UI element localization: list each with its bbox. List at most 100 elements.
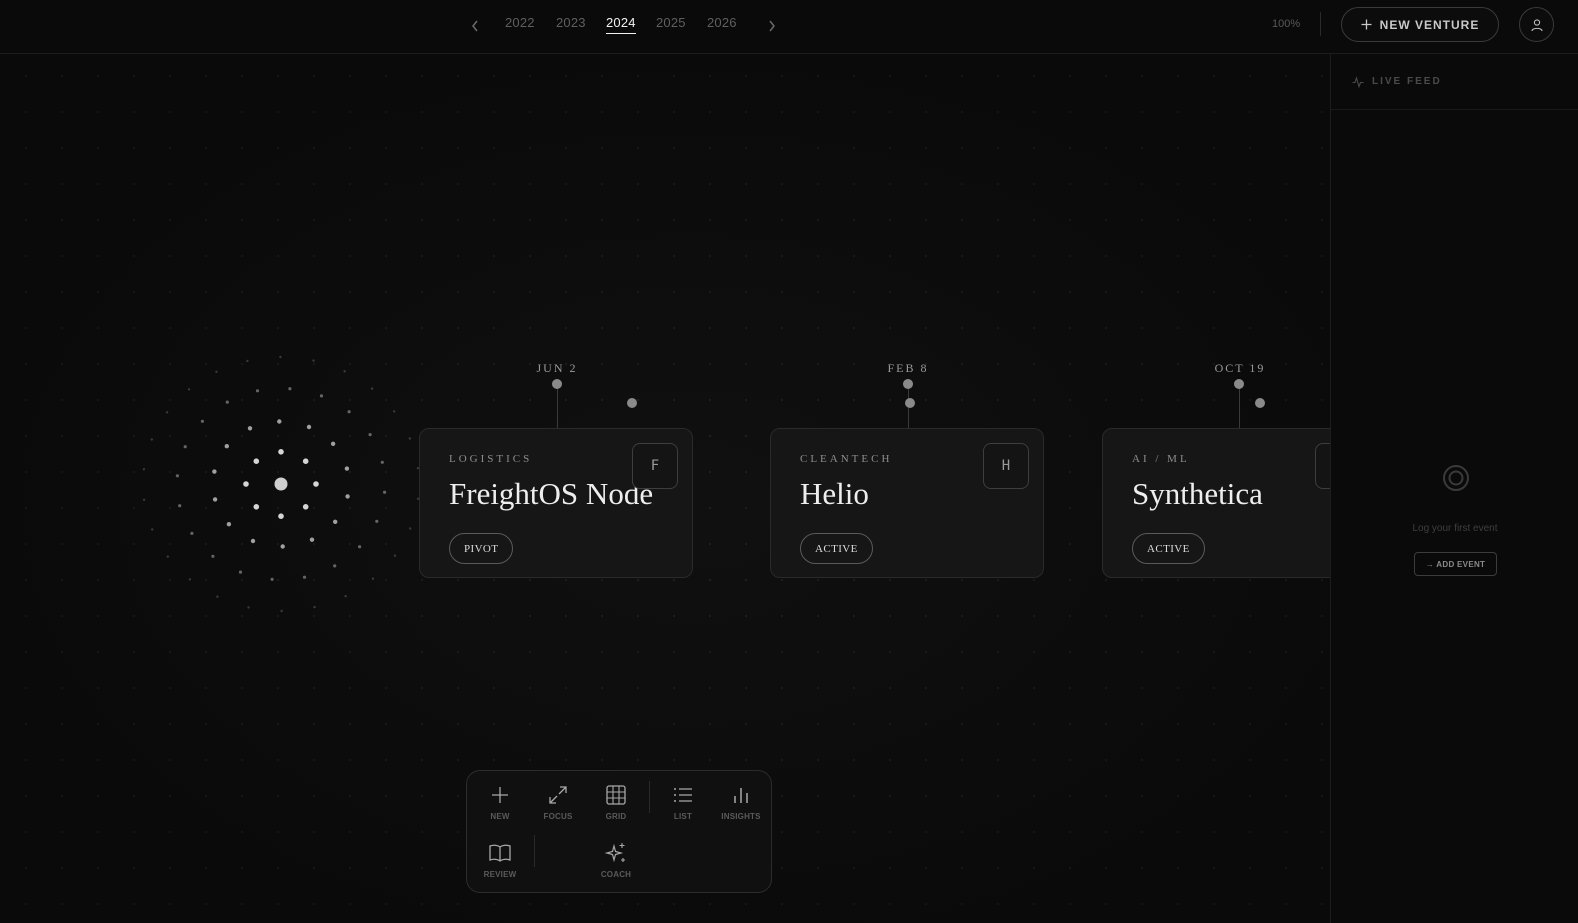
tool-insights-button[interactable]: INSIGHTS bbox=[713, 782, 769, 832]
venture-card-helio[interactable]: CLEANTECH Helio ACTIVE H bbox=[770, 428, 1044, 578]
timeline-node[interactable] bbox=[552, 379, 562, 389]
venture-card-freightos-node[interactable]: LOGISTICS FreightOS Node PIVOT F bbox=[419, 428, 693, 578]
cluster-dot bbox=[247, 606, 250, 609]
toolbar-divider bbox=[649, 781, 650, 813]
cluster-dot bbox=[309, 537, 315, 542]
tool-review-button[interactable]: REVIEW bbox=[472, 840, 528, 890]
next-year-button[interactable] bbox=[762, 14, 782, 38]
cluster-dot bbox=[253, 504, 260, 510]
user-avatar-button[interactable] bbox=[1519, 7, 1554, 42]
cluster-dot bbox=[277, 419, 282, 424]
cluster-center-dot bbox=[274, 477, 288, 491]
cluster-dot bbox=[344, 595, 347, 598]
tool-grid-button[interactable]: GRID bbox=[588, 782, 644, 832]
cluster-dot bbox=[211, 554, 215, 558]
venture-name: Helio bbox=[800, 476, 869, 511]
live-feed-panel: LIVE FEED Log your first event → ADD EVE… bbox=[1330, 54, 1578, 923]
cluster-dot bbox=[243, 481, 249, 487]
cluster-dot bbox=[250, 538, 256, 544]
bar-chart-icon bbox=[734, 788, 748, 803]
cluster-dot bbox=[312, 359, 315, 362]
cluster-dot bbox=[151, 528, 154, 531]
tool-focus-button[interactable]: FOCUS bbox=[530, 782, 586, 832]
tool-new-button[interactable]: NEW bbox=[472, 782, 528, 832]
target-icon bbox=[1443, 465, 1469, 491]
cluster-dot bbox=[358, 545, 362, 549]
cluster-dot bbox=[142, 468, 146, 471]
cluster-dot bbox=[278, 513, 284, 519]
cluster-dot bbox=[343, 370, 346, 373]
timeline-stem bbox=[1239, 385, 1240, 429]
cluster-dot bbox=[313, 481, 319, 487]
user-icon bbox=[1530, 18, 1543, 31]
tool-label: COACH bbox=[600, 870, 632, 879]
cluster-dot bbox=[224, 444, 229, 449]
cluster-dot bbox=[200, 419, 204, 423]
cluster-dot bbox=[319, 394, 324, 398]
tool-label: INSIGHTS bbox=[721, 812, 761, 821]
venture-date: OCT 19 bbox=[1214, 361, 1266, 375]
cluster-dot bbox=[178, 504, 182, 508]
cluster-dot bbox=[333, 519, 338, 524]
cluster-dot bbox=[347, 410, 351, 414]
expand-icon bbox=[549, 786, 567, 804]
book-icon bbox=[489, 844, 511, 862]
connector-node[interactable] bbox=[905, 398, 915, 408]
cluster-dot bbox=[280, 609, 283, 613]
connector-node[interactable] bbox=[627, 398, 637, 408]
new-venture-button[interactable]: NEW VENTURE bbox=[1341, 7, 1499, 42]
cluster-dot bbox=[368, 433, 372, 437]
cluster-dot bbox=[246, 359, 249, 363]
cluster-dot bbox=[165, 411, 169, 414]
cluster-dot bbox=[302, 504, 309, 510]
cluster-dot bbox=[212, 497, 218, 502]
tool-label: REVIEW bbox=[483, 870, 517, 879]
bottom-toolbar: NEW FOCUS GRID LIST INSIGHTS REVIEW COAC… bbox=[466, 770, 772, 893]
cluster-dot bbox=[215, 370, 218, 373]
cluster-dot bbox=[142, 498, 146, 501]
cluster-dot bbox=[409, 527, 412, 530]
cluster-dot bbox=[247, 426, 253, 431]
cluster-dot bbox=[302, 458, 309, 464]
grid-icon bbox=[606, 785, 626, 805]
prev-year-button[interactable] bbox=[465, 14, 485, 38]
tool-label: NEW bbox=[490, 812, 510, 821]
chevron-right-icon bbox=[769, 20, 775, 32]
live-feed-title: LIVE FEED bbox=[1372, 76, 1442, 87]
cluster-dot bbox=[183, 445, 187, 449]
venture-category: LOGISTICS bbox=[449, 453, 533, 465]
year-tab-2022[interactable]: 2022 bbox=[505, 15, 535, 30]
year-tab-2024[interactable]: 2024 bbox=[606, 15, 636, 34]
year-tab-2023[interactable]: 2023 bbox=[556, 15, 586, 30]
cluster-dot bbox=[302, 575, 307, 579]
connector-node[interactable] bbox=[1255, 398, 1265, 408]
add-event-button[interactable]: → ADD EVENT bbox=[1414, 552, 1497, 576]
list-icon bbox=[674, 788, 692, 802]
timeline-stem bbox=[557, 385, 558, 429]
cluster-dot bbox=[330, 441, 336, 446]
cluster-dot bbox=[380, 460, 384, 464]
cluster-dot bbox=[253, 458, 260, 464]
status-badge: ACTIVE bbox=[800, 533, 873, 564]
cluster-dot bbox=[175, 474, 179, 478]
zoom-level: 100% bbox=[1272, 18, 1301, 30]
cluster-dot bbox=[344, 466, 350, 471]
year-tab-2026[interactable]: 2026 bbox=[707, 15, 737, 30]
tool-list-button[interactable]: LIST bbox=[655, 782, 711, 832]
cluster-dot bbox=[313, 605, 316, 609]
year-tab-2025[interactable]: 2025 bbox=[656, 15, 686, 30]
timeline-node[interactable] bbox=[1234, 379, 1244, 389]
venture-category: AI / ML bbox=[1132, 453, 1190, 465]
cluster-dot bbox=[279, 355, 282, 359]
cluster-dot bbox=[278, 449, 284, 455]
cluster-dot bbox=[166, 555, 169, 558]
venture-name: Synthetica bbox=[1132, 476, 1263, 511]
cluster-dot bbox=[270, 577, 274, 581]
top-bar: 2022 2023 2024 2025 2026 100% NEW VENTUR… bbox=[0, 0, 1578, 54]
cluster-dot bbox=[333, 564, 337, 568]
activity-icon bbox=[1352, 75, 1364, 88]
plus-icon bbox=[492, 787, 508, 803]
timeline-node[interactable] bbox=[903, 379, 913, 389]
cluster-dot bbox=[393, 554, 397, 557]
tool-coach-button[interactable]: COACH bbox=[588, 840, 644, 890]
